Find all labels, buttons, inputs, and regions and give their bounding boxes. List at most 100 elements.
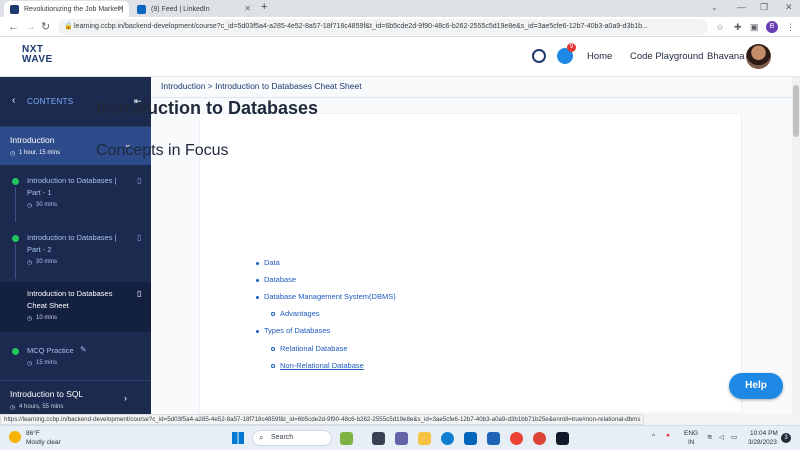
- clock-icon: ◷: [27, 316, 33, 322]
- weather-moon-icon: [9, 431, 21, 443]
- chrome-profile-icon[interactable]: [533, 432, 546, 445]
- url-text: learning.ccbp.in/backend-development/cou…: [74, 23, 648, 30]
- breadcrumb[interactable]: Introduction > Introduction to Databases…: [161, 81, 362, 91]
- lesson-databases-part-1[interactable]: Introduction to Databases | Part - 1 ◷ 3…: [0, 165, 151, 222]
- back-icon[interactable]: ←: [8, 20, 19, 34]
- sidepanel-icon[interactable]: ▣: [750, 20, 759, 34]
- course-sidebar: ‹ CONTENTS ⇤ Introduction ◷ 1 hour, 15 m…: [0, 77, 151, 414]
- edge-icon[interactable]: [441, 432, 454, 445]
- lesson-title-line-2: Part - 2: [27, 245, 52, 254]
- file-explorer-icon[interactable]: [418, 432, 431, 445]
- menu-kebab-icon[interactable]: ⋮: [786, 20, 795, 34]
- close-tab-icon[interactable]: ✕: [244, 4, 251, 13]
- topic-label: Database: [264, 275, 297, 284]
- sub-bullet-icon: [271, 364, 275, 369]
- battery-icon[interactable]: ▭: [731, 433, 737, 441]
- weather-temp[interactable]: 86°F: [26, 430, 40, 437]
- windows-start-icon[interactable]: [232, 432, 244, 444]
- contents-label: CONTENTS: [27, 97, 74, 106]
- module-introduction-to-sql[interactable]: Introduction to SQL ◷ 4 hours, 55 mins ›: [0, 380, 151, 414]
- bullet-icon: [256, 329, 259, 333]
- microsoft-store-icon[interactable]: [464, 432, 477, 445]
- restore-icon[interactable]: ❐: [760, 2, 768, 13]
- book-icon: ▯: [137, 289, 142, 298]
- topic-link-advantages[interactable]: Advantages: [271, 309, 320, 318]
- clock-icon: ◷: [27, 203, 33, 209]
- lesson-title: MCQ Practice: [27, 346, 74, 355]
- topic-link-types-of-databases[interactable]: Types of Databases: [256, 326, 330, 335]
- lesson-title-line-2: Part - 1: [27, 188, 52, 197]
- nav-home-link[interactable]: Home: [587, 51, 612, 62]
- linkedin-app-icon[interactable]: [487, 432, 500, 445]
- scrollbar-thumb[interactable]: [793, 85, 799, 137]
- browser-tab-bar: Revolutionizing the Job Market | ✕ (9) F…: [0, 0, 800, 17]
- reload-icon[interactable]: ↻: [41, 20, 50, 34]
- module-duration: 1 hour, 15 mins: [19, 150, 61, 156]
- topic-label: Non-Relational Database: [280, 361, 364, 370]
- book-icon: ▯: [137, 176, 142, 185]
- tab-title: Revolutionizing the Job Market |: [24, 5, 124, 13]
- volume-icon[interactable]: ◁: [719, 433, 724, 441]
- tab-search-icon[interactable]: ⌄: [711, 3, 718, 12]
- section-title: Concepts in Focus: [96, 142, 229, 159]
- page-scrollbar[interactable]: [792, 77, 800, 414]
- user-name[interactable]: Bhavana: [707, 51, 745, 62]
- taskbar-search-box[interactable]: ⌕ Search: [252, 430, 332, 446]
- completed-check-icon: [12, 178, 19, 185]
- chevron-right-icon[interactable]: ›: [124, 393, 127, 403]
- notification-center-badge[interactable]: 3: [781, 433, 791, 443]
- clock-date[interactable]: 3/28/2023: [748, 439, 777, 446]
- topic-link-database[interactable]: Database: [256, 275, 296, 284]
- progress-line: [15, 244, 16, 279]
- tab-revolutionizing[interactable]: Revolutionizing the Job Market | ✕: [4, 1, 129, 17]
- widgets-icon[interactable]: [340, 432, 353, 445]
- topic-link-relational-database[interactable]: Relational Database: [271, 344, 348, 353]
- profile-avatar[interactable]: B: [766, 21, 778, 33]
- bookmark-star-icon[interactable]: ☆: [716, 20, 724, 34]
- tab-linkedin[interactable]: (9) Feed | LinkedIn ✕: [131, 1, 256, 17]
- user-avatar[interactable]: [746, 44, 771, 69]
- topic-label: Advantages: [280, 309, 320, 318]
- language-region[interactable]: IN: [688, 439, 695, 446]
- help-button[interactable]: Help: [729, 373, 783, 399]
- topic-link-non-relational-database[interactable]: Non-Relational Database: [271, 361, 364, 370]
- show-hidden-icons-icon[interactable]: ^: [652, 433, 655, 440]
- close-tab-icon[interactable]: ✕: [117, 4, 124, 13]
- lesson-databases-cheat-sheet[interactable]: Introduction to Databases Cheat Sheet ◷ …: [0, 282, 151, 332]
- wifi-icon[interactable]: ≋: [707, 433, 712, 441]
- main-content: Introduction > Introduction to Databases…: [151, 77, 792, 414]
- nav-code-playground-link[interactable]: Code Playground: [630, 51, 703, 62]
- close-window-icon[interactable]: ✕: [785, 2, 793, 13]
- notification-badge: 9: [567, 43, 576, 52]
- module-duration: 4 hours, 55 mins: [19, 404, 64, 410]
- lesson-duration: 30 mins: [36, 259, 58, 265]
- lesson-title: Introduction to Databases |: [27, 233, 117, 242]
- security-icon[interactable]: ●: [666, 432, 670, 439]
- teams-chat-icon[interactable]: [395, 432, 408, 445]
- sub-bullet-icon: [271, 347, 275, 352]
- new-tab-button[interactable]: +: [261, 1, 267, 13]
- address-bar[interactable]: 🔒 learning.ccbp.in/backend-development/c…: [58, 19, 708, 35]
- extensions-icon[interactable]: ✚: [734, 20, 742, 34]
- topic-link-data[interactable]: Data: [256, 258, 280, 267]
- pencil-icon: ✎: [80, 345, 87, 354]
- chevron-left-icon[interactable]: ‹: [12, 95, 15, 106]
- topic-link-dbms[interactable]: Database Management System(DBMS): [256, 292, 396, 301]
- completed-check-icon: [12, 235, 19, 242]
- language-indicator[interactable]: ENG: [684, 430, 698, 437]
- minimize-icon[interactable]: —: [737, 2, 746, 12]
- chrome-icon[interactable]: [510, 432, 523, 445]
- clock-icon: ◷: [27, 361, 33, 367]
- lesson-mcq-practice[interactable]: MCQ Practice ✎ ◷ 15 mins: [0, 339, 151, 375]
- streak-timer-icon[interactable]: [532, 49, 546, 63]
- clock-time[interactable]: 10:04 PM: [750, 430, 778, 437]
- weather-desc[interactable]: Mostly clear: [26, 439, 61, 446]
- terminal-app-icon[interactable]: [556, 432, 569, 445]
- lesson-duration: 10 mins: [36, 315, 58, 321]
- forward-icon[interactable]: →: [25, 20, 36, 34]
- lesson-databases-part-2[interactable]: Introduction to Databases | Part - 2 ◷ 3…: [0, 222, 151, 279]
- nxtwave-logo[interactable]: NXT WAVE: [22, 45, 53, 65]
- task-view-icon[interactable]: [372, 432, 385, 445]
- lock-icon: 🔒: [64, 23, 73, 30]
- browser-toolbar: ← → ↻ 🔒 learning.ccbp.in/backend-develop…: [0, 17, 800, 37]
